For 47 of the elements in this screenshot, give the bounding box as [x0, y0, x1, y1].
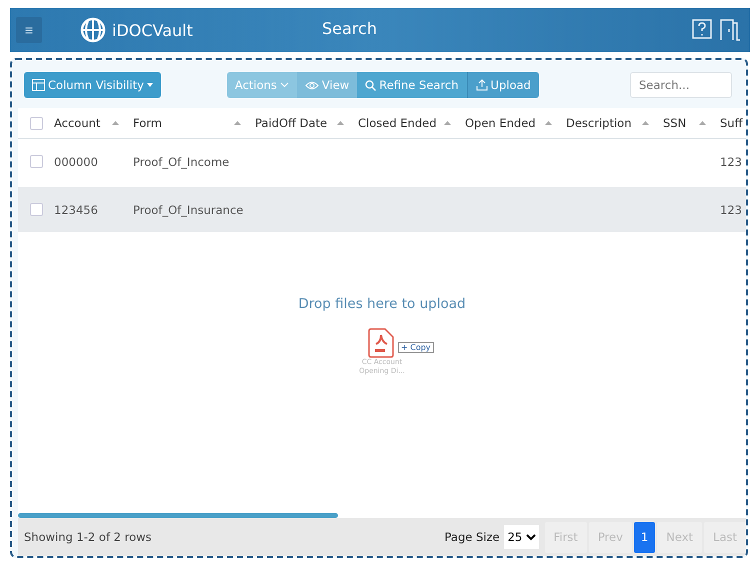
page-size-select[interactable]: 25 — [504, 525, 539, 549]
drop-message: Drop files here to upload — [298, 296, 466, 312]
column-header[interactable]: Suff — [720, 116, 743, 130]
table-row[interactable]: 123456 Proof_Of_Insurance 123 — [18, 187, 746, 232]
sort-icon[interactable] — [699, 121, 706, 125]
table-cell: 123456 — [54, 202, 98, 216]
door-icon[interactable] — [718, 18, 742, 42]
sort-icon[interactable] — [642, 121, 649, 125]
column-header[interactable]: Description — [566, 116, 632, 130]
copy-badge: + Copy — [398, 342, 434, 353]
row-checkbox[interactable] — [30, 203, 42, 216]
column-header[interactable]: PaidOff Date — [255, 116, 328, 130]
table-row[interactable]: 000000 Proof_Of_Income 123 — [18, 139, 746, 184]
sort-icon[interactable] — [545, 121, 552, 125]
brand-name: iDOCVault — [112, 20, 193, 40]
row-summary: Showing 1-2 of 2 rows — [24, 530, 152, 544]
column-header[interactable]: Closed Ended — [358, 116, 437, 130]
select-all-checkbox[interactable] — [30, 116, 42, 130]
table-cell: 123 — [720, 154, 742, 168]
table-cell: 000000 — [54, 154, 98, 168]
chevron-down-icon — [280, 82, 289, 88]
table-cell: Proof_Of_Income — [133, 154, 230, 168]
pdf-file-icon — [368, 328, 394, 358]
page-size-label: Page Size — [444, 530, 500, 544]
table-cell: Proof_Of_Insurance — [133, 202, 244, 216]
column-header[interactable]: Account — [54, 116, 100, 130]
search-icon — [365, 80, 376, 90]
eye-icon — [304, 80, 319, 90]
column-header[interactable]: Open Ended — [465, 116, 536, 130]
sort-icon[interactable] — [337, 121, 344, 125]
page-title: Search — [322, 19, 377, 38]
column-header[interactable]: Form — [133, 116, 162, 130]
help-icon[interactable] — [692, 18, 712, 40]
menu-button[interactable]: ≡ — [16, 17, 42, 43]
sort-icon[interactable] — [444, 121, 451, 125]
sort-icon[interactable] — [234, 121, 241, 125]
row-checkbox[interactable] — [30, 155, 42, 168]
upload-icon — [476, 79, 488, 91]
search-field[interactable]: Search... — [630, 72, 732, 98]
sort-icon[interactable] — [112, 121, 119, 125]
globe-icon — [80, 17, 106, 43]
horizontal-scrollbar[interactable] — [18, 513, 338, 518]
column-header[interactable]: SSN — [663, 116, 686, 130]
table-cell: 123 — [720, 202, 742, 216]
page-button[interactable]: 1 — [634, 522, 656, 552]
columns-icon — [32, 79, 45, 91]
caret-icon — [146, 83, 153, 87]
